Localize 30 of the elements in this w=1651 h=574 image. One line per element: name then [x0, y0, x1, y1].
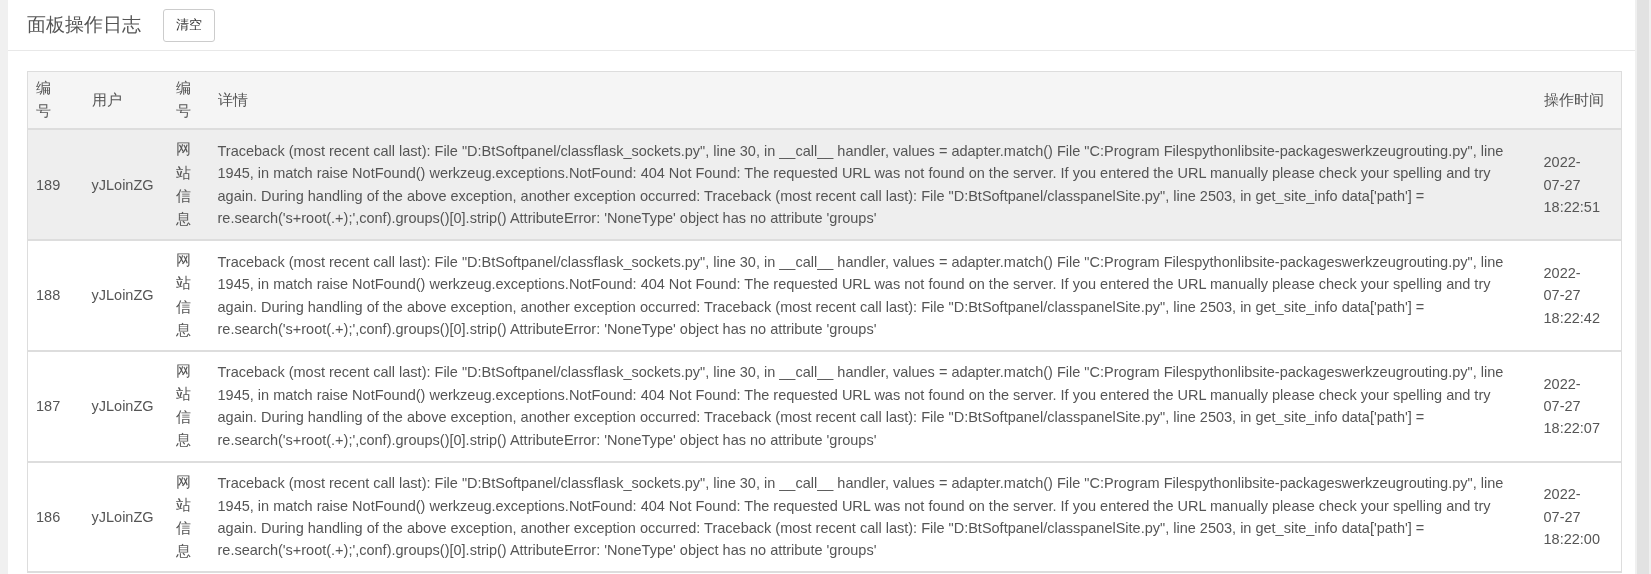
column-header: 编号	[36, 79, 51, 122]
time-cell-text: 2022-07-27 18:22:07	[1543, 374, 1601, 439]
table-row[interactable]	[27, 240, 1622, 351]
detail-cell-text: Traceback (most recent call last): File "D:BtSoftpanel/classflask_sockets.py", line 30, in __call__ handler, values = adapter.match() File "C:Program Filespythonlibsite-packageswerkzeugrouting.py", line 1945, in match raise NotFound() werkzeug.exceptions.NotFound: 404 Not Found: The requested URL was not found on the server. If you entered the URL manually please check your spelling and try again. During handling of the above exception, another exception occurred: Traceback (most recent call last): File "D:BtSoftpanel/classpanelSite.py", line 2503, in get_site_info data['path'] = re.search('s+root(.+);',conf).groups()[0].strip() AttributeError: 'NoneType' object has no attribute 'groups'	[217, 141, 1505, 229]
id-cell-text: 186	[36, 507, 62, 527]
detail-cell-text: Traceback (most recent call last): File "D:BtSoftpanel/classflask_sockets.py", line 30, in __call__ handler, values = adapter.match() File "C:Program Filespythonlibsite-packageswerkzeugrouting.py", line 1945, in match raise NotFound() werkzeug.exceptions.NotFound: 404 Not Found: The requested URL was not found on the server. If you entered the URL manually please check your spelling and try again. During handling of the above exception, another exception occurred: Traceback (most recent call last): File "D:BtSoftpanel/classpanelSite.py", line 2503, in get_site_info data['path'] = re.search('s+root(.+);',conf).groups()[0].strip() AttributeError: 'NoneType' object has no attribute 'groups'	[217, 252, 1505, 339]
table-row[interactable]	[27, 350, 1622, 462]
id-cell-text: 187	[36, 397, 62, 416]
time-cell-text: 2022-07-27 18:22:00	[1543, 485, 1601, 550]
column-header: 编号	[175, 79, 190, 122]
column-header: 操作时间	[1543, 91, 1604, 108]
user-cell-text: yJLoinZG	[91, 286, 155, 306]
user-cell-text: yJLoinZG	[91, 397, 155, 416]
column-header: 详情	[217, 91, 248, 108]
clear-button[interactable]: 清空	[163, 8, 215, 42]
table-row[interactable]	[27, 461, 1622, 573]
page-title: 面板操作日志	[27, 12, 141, 37]
type-cell-text: 网站信息	[175, 361, 190, 451]
time-cell-text: 2022-07-27 18:22:51	[1543, 153, 1601, 217]
time-cell-text: 2022-07-27 18:22:42	[1543, 263, 1601, 328]
type-cell-text: 网站信息	[175, 251, 190, 340]
user-cell-text: yJLoinZG	[91, 507, 155, 527]
user-cell-text: yJLoinZG	[91, 175, 155, 195]
column-header: 用户	[91, 91, 122, 108]
detail-cell-text: Traceback (most recent call last): File "D:BtSoftpanel/classflask_sockets.py", line 30, in __call__ handler, values = adapter.match() File "C:Program Filespythonlibsite-packageswerkzeugrouting.py", line 1945, in match raise NotFound() werkzeug.exceptions.NotFound: 404 Not Found: The requested URL was not found on the server. If you entered the URL manually please check your spelling and try again. During handling of the above exception, another exception occurred: Traceback (most recent call last): File "D:BtSoftpanel/classpanelSite.py", line 2503, in get_site_info data['path'] = re.search('s+root(.+);',conf).groups()[0].strip() AttributeError: 'NoneType' object has no attribute 'groups'	[217, 474, 1505, 561]
type-cell-text: 网站信息	[175, 472, 190, 562]
type-cell-text: 网站信息	[175, 140, 190, 229]
id-cell-text: 189	[36, 175, 62, 195]
id-cell-text: 188	[36, 286, 62, 306]
detail-cell-text: Traceback (most recent call last): File "D:BtSoftpanel/classflask_sockets.py", line 30, in __call__ handler, values = adapter.match() File "C:Program Filespythonlibsite-packageswerkzeugrouting.py", line 1945, in match raise NotFound() werkzeug.exceptions.NotFound: 404 Not Found: The requested URL was not found on the server. If you entered the URL manually please check your spelling and try again. During handling of the above exception, another exception occurred: Traceback (most recent call last): File "D:BtSoftpanel/classpanelSite.py", line 2503, in get_site_info data['path'] = re.search('s+root(.+);',conf).groups()[0].strip() AttributeError: 'NoneType' object has no attribute 'groups'	[217, 363, 1505, 450]
